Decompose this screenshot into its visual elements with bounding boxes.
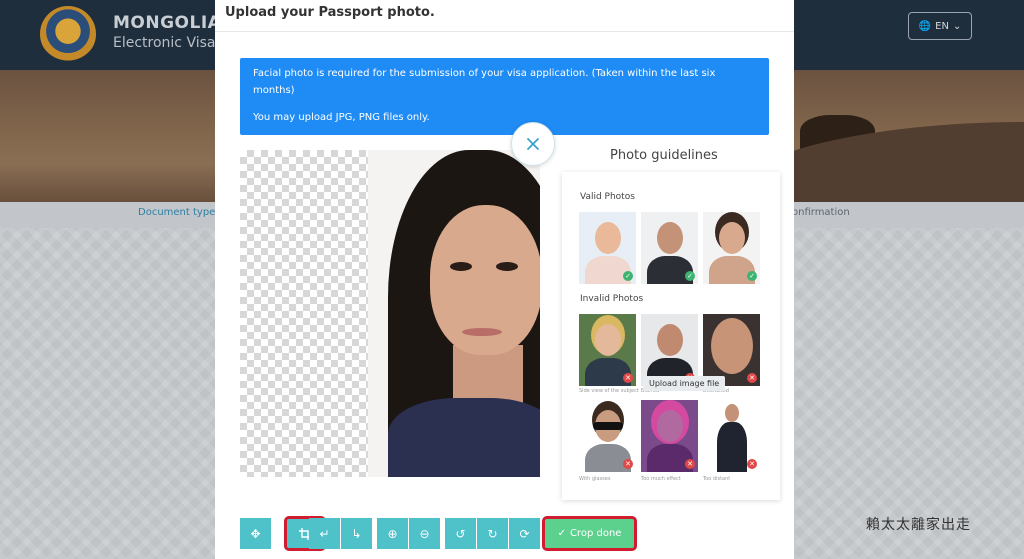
transparent-area [240, 150, 368, 477]
close-icon [527, 138, 539, 150]
rotate-right-icon: ↻ [487, 526, 498, 541]
move-button[interactable]: ✥ [240, 518, 271, 549]
crop-done-button[interactable]: ✓ Crop done [542, 516, 637, 551]
rotate-left-icon: ↺ [455, 526, 466, 541]
check-circle-icon: ✓ [557, 528, 566, 539]
zoom-out-icon: ⊖ [419, 526, 430, 541]
upload-tooltip: Upload image file [643, 376, 726, 391]
rotate-left-button[interactable]: ↺ [445, 518, 476, 549]
uploaded-photo [368, 150, 540, 477]
watermark: 賴太太離家出走 [866, 517, 971, 533]
globe-icon: 🌐 [918, 20, 932, 32]
flip-group: ↵ ↳ [309, 518, 372, 549]
invalid-caption: With glasses [579, 476, 611, 482]
invalid-caption: Too distant [703, 476, 731, 482]
modal-title: Upload your Passport photo. [225, 5, 435, 20]
rotate-group: ↺ ↻ ⟳ [445, 518, 540, 549]
cross-icon: ✕ [623, 373, 633, 383]
crop-canvas[interactable] [240, 150, 540, 477]
cross-icon: ✕ [623, 459, 633, 469]
step-document-type: Document type [138, 207, 216, 218]
flip-left-button[interactable]: ↵ [309, 518, 340, 549]
info-requirement: Facial photo is required for the submiss… [253, 68, 716, 96]
check-icon: ✓ [747, 271, 757, 281]
invalid-caption: Side view of the subject [579, 388, 639, 394]
zoom-in-button[interactable]: ⊕ [377, 518, 408, 549]
cross-icon: ✕ [685, 459, 695, 469]
rotate-right-button[interactable]: ↻ [477, 518, 508, 549]
valid-photo-thumb: ✓ [641, 212, 698, 284]
cross-icon: ✕ [747, 459, 757, 469]
language-label: EN [935, 20, 949, 32]
chevron-down-icon: ⌄ [952, 20, 962, 32]
guidelines-card: Valid Photos ✓ ✓ ✓ Invalid Photos ✕ ✕ Si… [562, 172, 780, 500]
return-left-icon: ↵ [319, 526, 330, 541]
invalid-photo-thumb: ✕ [703, 400, 760, 472]
close-button[interactable] [511, 122, 555, 166]
flip-right-button[interactable]: ↳ [341, 518, 372, 549]
guidelines-heading: Photo guidelines [610, 148, 718, 163]
language-selector[interactable]: 🌐 EN ⌄ [908, 12, 972, 40]
upload-photo-modal: Upload your Passport photo. Facial photo… [215, 0, 794, 559]
soyombo-logo-icon [40, 6, 96, 62]
move-icon: ✥ [250, 526, 261, 541]
invalid-photo-thumb: ✕ [579, 400, 636, 472]
check-icon: ✓ [623, 271, 633, 281]
info-file-types: You may upload JPG, PNG files only. [253, 112, 430, 123]
refresh-icon: ⟳ [519, 526, 530, 541]
invalid-photos-label: Invalid Photos [580, 294, 644, 304]
invalid-photo-thumb: ✕ [641, 400, 698, 472]
zoom-out-button[interactable]: ⊖ [409, 518, 440, 549]
invalid-caption: Too much effect [641, 476, 681, 482]
reset-button[interactable]: ⟳ [509, 518, 540, 549]
cross-icon: ✕ [747, 373, 757, 383]
site-title: MONGOLIA [113, 13, 222, 33]
zoom-in-icon: ⊕ [387, 526, 398, 541]
zoom-group: ⊕ ⊖ [377, 518, 440, 549]
modal-header: Upload your Passport photo. [215, 0, 794, 32]
crop-done-label: Crop done [569, 528, 622, 539]
check-icon: ✓ [685, 271, 695, 281]
invalid-photo-thumb: ✕ [579, 314, 636, 386]
info-box: Facial photo is required for the submiss… [240, 58, 769, 135]
return-right-icon: ↳ [351, 526, 362, 541]
valid-photos-label: Valid Photos [580, 192, 635, 202]
site-subtitle: Electronic Visa [113, 35, 216, 51]
valid-photo-thumb: ✓ [703, 212, 760, 284]
valid-photo-thumb: ✓ [579, 212, 636, 284]
step-confirmation: onfirmation [792, 207, 850, 218]
